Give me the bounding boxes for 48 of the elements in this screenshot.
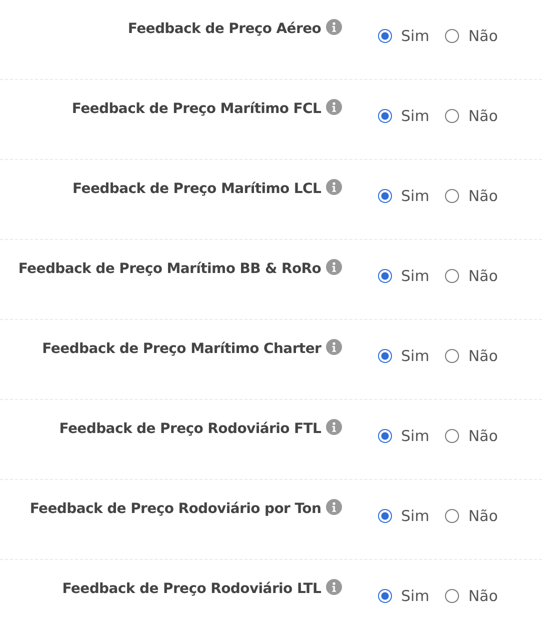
- option-label[interactable]: Sim: [401, 27, 430, 45]
- setting-label: Feedback de Preço Aéreo: [128, 21, 322, 37]
- radio-button[interactable]: [378, 349, 392, 363]
- info-icon[interactable]: [326, 259, 342, 275]
- option-label[interactable]: Sim: [401, 267, 430, 285]
- info-icon[interactable]: [326, 179, 342, 195]
- radio-button[interactable]: [445, 29, 460, 43]
- radio-button[interactable]: [445, 349, 460, 363]
- radio-button[interactable]: [445, 269, 460, 283]
- setting-label: Feedback de Preço Rodoviário LTL: [62, 581, 322, 597]
- info-icon[interactable]: [326, 499, 342, 515]
- info-icon[interactable]: [326, 419, 342, 435]
- radio-button[interactable]: [378, 429, 392, 443]
- radio-button[interactable]: [445, 109, 460, 123]
- option-label[interactable]: Não: [468, 27, 498, 45]
- option-label[interactable]: Não: [468, 347, 498, 365]
- setting-label: Feedback de Preço Rodoviário FTL: [59, 421, 322, 437]
- option-label[interactable]: Não: [468, 107, 498, 125]
- setting-label: Feedback de Preço Marítimo BB & RoRo: [18, 261, 322, 277]
- setting-label: Feedback de Preço Rodoviário por Ton: [30, 501, 322, 517]
- setting-label: Feedback de Preço Marítimo LCL: [72, 181, 322, 197]
- setting-label: Feedback de Preço Marítimo FCL: [72, 101, 322, 117]
- radio-button[interactable]: [378, 589, 392, 603]
- option-label[interactable]: Não: [468, 187, 498, 205]
- setting-label: Feedback de Preço Marítimo Charter: [42, 341, 322, 357]
- option-label[interactable]: Não: [468, 507, 498, 525]
- radio-button[interactable]: [378, 269, 392, 283]
- radio-button[interactable]: [445, 189, 460, 203]
- option-label[interactable]: Sim: [401, 187, 430, 205]
- radio-button[interactable]: [378, 509, 392, 523]
- info-icon[interactable]: [326, 339, 342, 355]
- radio-button[interactable]: [445, 429, 460, 443]
- radio-button[interactable]: [378, 189, 392, 203]
- option-label[interactable]: Não: [468, 267, 498, 285]
- radio-button[interactable]: [445, 589, 460, 603]
- option-label[interactable]: Sim: [401, 507, 430, 525]
- option-label[interactable]: Sim: [401, 107, 430, 125]
- option-label[interactable]: Não: [468, 587, 498, 605]
- info-icon[interactable]: [326, 99, 342, 115]
- option-label[interactable]: Sim: [401, 587, 430, 605]
- option-label[interactable]: Sim: [401, 427, 430, 445]
- info-icon[interactable]: [326, 19, 342, 35]
- option-label[interactable]: Não: [468, 427, 498, 445]
- option-label[interactable]: Sim: [401, 347, 430, 365]
- radio-button[interactable]: [445, 509, 460, 523]
- radio-button[interactable]: [378, 109, 392, 123]
- radio-button[interactable]: [378, 29, 392, 43]
- info-icon[interactable]: [326, 579, 342, 595]
